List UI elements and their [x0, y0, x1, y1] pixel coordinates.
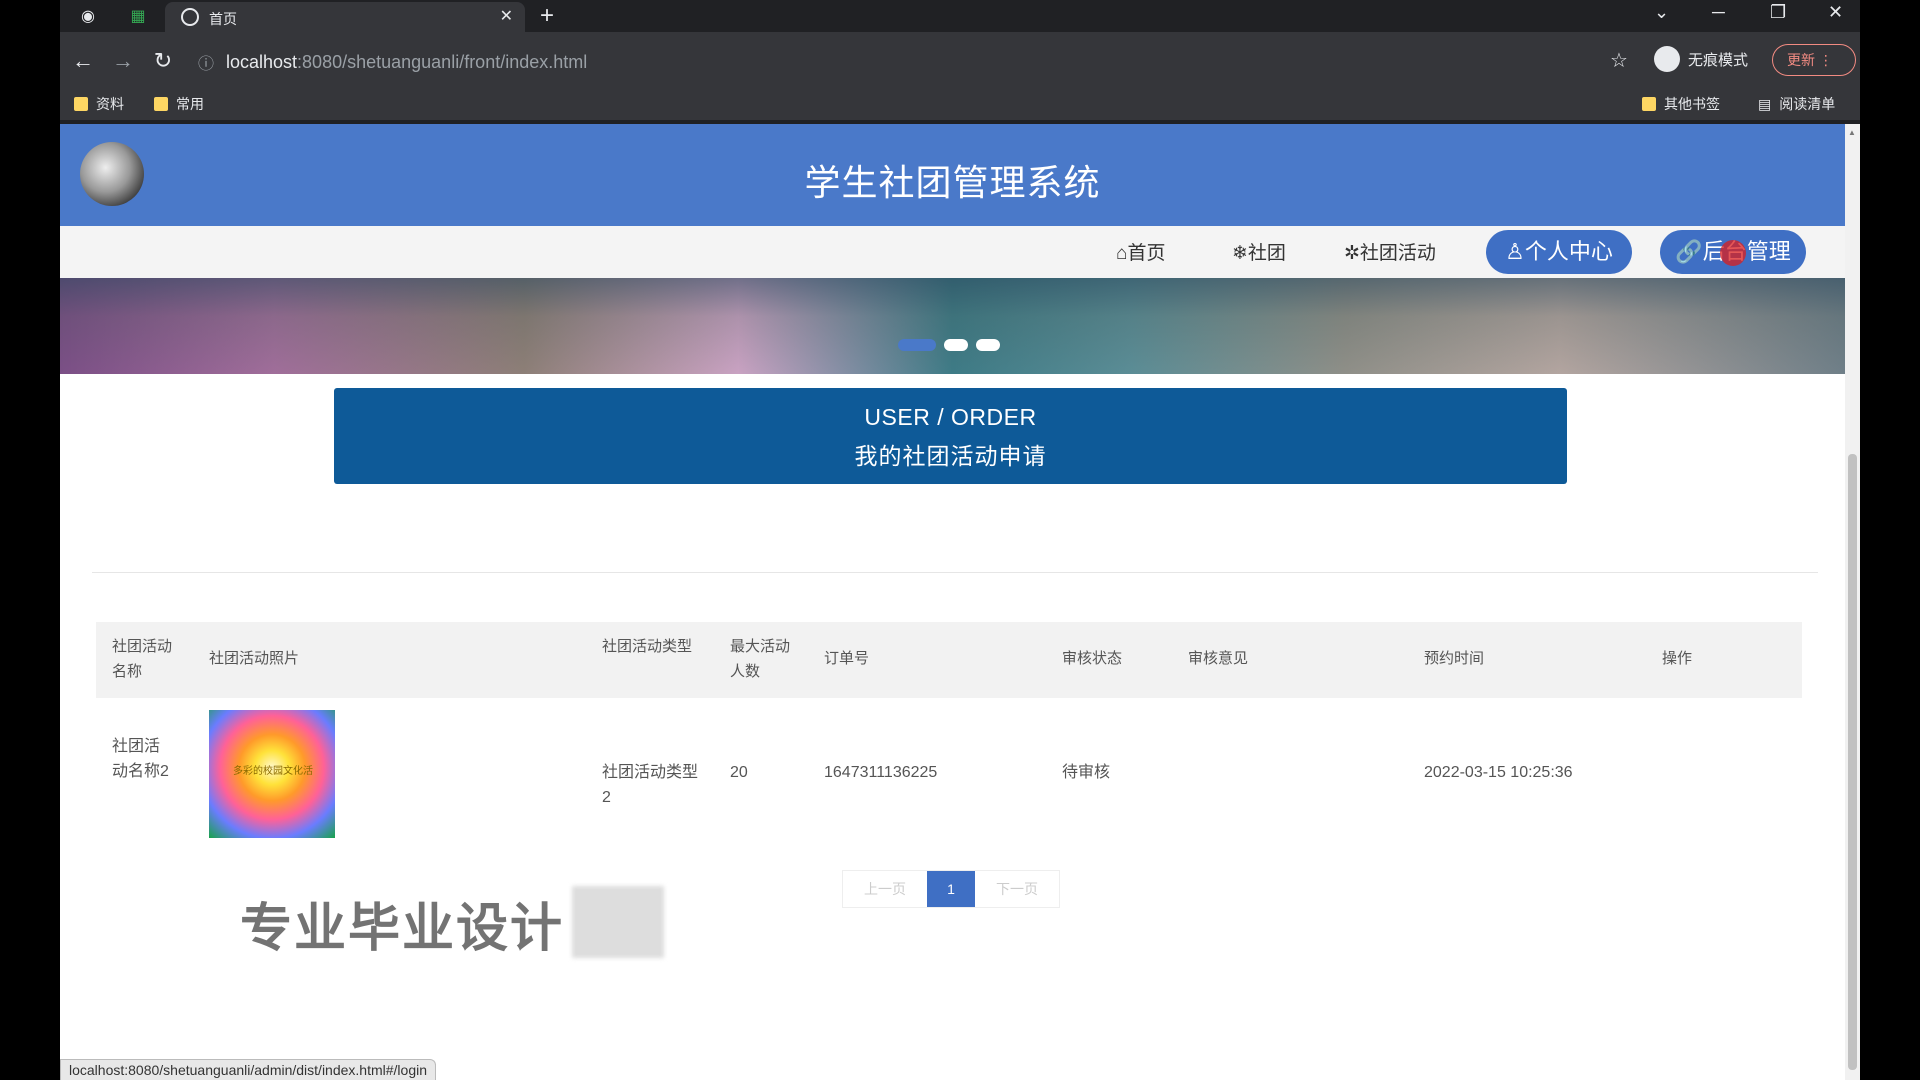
cell-time: 2022-03-15 10:25:36	[1424, 764, 1573, 781]
tab-home[interactable]: 首页 ✕	[165, 2, 525, 32]
banner-carousel[interactable]	[60, 278, 1845, 374]
col-action: 操作	[1662, 650, 1693, 667]
other-bookmarks[interactable]: 其他书签	[1642, 94, 1720, 114]
carousel-dot[interactable]	[976, 339, 1000, 351]
click-indicator	[1720, 240, 1746, 266]
reload-icon[interactable]: ↻	[148, 46, 178, 76]
nav-activities[interactable]: ✲社团活动	[1344, 238, 1436, 265]
browser-window: ◉ ▦ 首页 ✕ + ⌄ ─ ❐ ✕ ← → ↻ ⓘ localhost:808…	[60, 0, 1860, 1080]
link-icon: 🔗	[1675, 239, 1703, 264]
folder-icon	[154, 97, 168, 111]
site-header: 学生社团管理系统	[60, 124, 1845, 226]
cell-name: 社团活动名称2	[112, 738, 169, 780]
photo-caption: 多彩的校园文化活	[233, 766, 313, 777]
section-title: USER / ORDER 我的社团活动申请	[334, 388, 1567, 484]
tab-strip: ◉ ▦ 首页 ✕ + ⌄ ─ ❐ ✕	[60, 0, 1860, 32]
prev-page-button[interactable]: 上一页	[843, 871, 927, 907]
carousel-dot-active[interactable]	[898, 339, 936, 351]
address-text: localhost:8080/shetuanguanli/front/index…	[226, 52, 588, 72]
close-icon[interactable]: ✕	[500, 6, 513, 26]
nav-home[interactable]: ⌂首页	[1116, 238, 1166, 265]
close-window-icon[interactable]: ✕	[1828, 2, 1843, 23]
page-scrollbar[interactable]: ▲	[1845, 124, 1860, 1080]
site-title: 学生社团管理系统	[804, 162, 1101, 203]
restore-icon[interactable]: ❐	[1770, 2, 1786, 23]
folder-icon	[74, 97, 88, 111]
cell-order-no: 1647311136225	[824, 764, 938, 781]
page-viewport: 学生社团管理系统 ⌂首页 ❄社团 ✲社团活动 ♙个人中心 🔗后台管理 USER …	[60, 124, 1845, 1080]
info-icon[interactable]: ⓘ	[198, 50, 214, 74]
minimize-icon[interactable]: ─	[1712, 2, 1725, 23]
profile-center-button[interactable]: ♙个人中心	[1486, 230, 1632, 274]
sparkle-icon: ✲	[1344, 243, 1360, 264]
address-bar[interactable]: ⓘ localhost:8080/shetuanguanli/front/ind…	[194, 45, 1804, 81]
bookmarks-bar: 资料 常用 其他书签 ▤ 阅读清单	[60, 88, 1860, 120]
home-icon: ⌂	[1116, 243, 1128, 264]
col-opinion: 审核意见	[1188, 650, 1249, 667]
col-name: 社团活动名称	[112, 638, 173, 680]
scroll-thumb[interactable]	[1848, 454, 1857, 1070]
sheet-icon[interactable]: ▦	[126, 4, 150, 28]
table-header: 社团活动名称 社团活动照片 社团活动类型 最大活动人数 订单号 审核状态 审核意…	[96, 622, 1802, 698]
reading-list[interactable]: ▤ 阅读清单	[1758, 94, 1835, 114]
col-max: 最大活动人数	[730, 638, 791, 680]
folder-icon	[1642, 97, 1656, 111]
col-time: 预约时间	[1424, 650, 1485, 667]
watermark-text: 专业毕业设计	[240, 900, 565, 958]
forward-icon[interactable]: →	[108, 46, 138, 76]
reading-list-icon: ▤	[1758, 95, 1772, 112]
col-photo: 社团活动照片	[209, 650, 300, 667]
carousel-dot[interactable]	[944, 339, 968, 351]
page-1-button[interactable]: 1	[927, 871, 975, 907]
section-title-cn: 我的社团活动申请	[854, 443, 1047, 469]
nav-clubs[interactable]: ❄社团	[1232, 238, 1286, 265]
status-bar-url: localhost:8080/shetuanguanli/admin/dist/…	[60, 1059, 437, 1080]
orders-table: 社团活动名称 社团活动照片 社团活动类型 最大活动人数 订单号 审核状态 审核意…	[96, 622, 1802, 846]
divider	[92, 572, 1818, 573]
update-button[interactable]: 更新 ⋮	[1772, 44, 1856, 76]
site-nav: ⌂首页 ❄社团 ✲社团活动 ♙个人中心 🔗后台管理	[60, 226, 1845, 278]
browser-toolbar: ← → ↻ ⓘ localhost:8080/shetuanguanli/fro…	[60, 32, 1860, 120]
bookmark-folder[interactable]: 资料	[74, 94, 124, 114]
blurred-region	[572, 886, 664, 958]
back-icon[interactable]: ←	[68, 46, 98, 76]
next-page-button[interactable]: 下一页	[975, 871, 1059, 907]
tab-search-icon[interactable]: ⌄	[1654, 2, 1669, 23]
tab-title: 首页	[209, 11, 237, 27]
col-type: 社团活动类型	[602, 638, 693, 655]
col-order-no: 订单号	[824, 650, 870, 667]
incognito-profile[interactable]: 无痕模式	[1654, 46, 1748, 72]
snowflake-icon: ❄	[1232, 243, 1248, 264]
bookmark-folder[interactable]: 常用	[154, 94, 204, 114]
cell-type: 社团活动类型2	[602, 764, 699, 806]
cell-status: 待审核	[1062, 764, 1111, 781]
cell-max: 20	[730, 764, 748, 781]
new-tab-button[interactable]: +	[540, 2, 554, 30]
incognito-icon	[1654, 46, 1680, 72]
bookmark-star-icon[interactable]: ☆	[1610, 48, 1628, 73]
col-status: 审核状态	[1062, 650, 1123, 667]
activity-photo[interactable]: 多彩的校园文化活	[209, 710, 335, 838]
user-icon: ♙	[1505, 239, 1525, 264]
globe-icon	[181, 8, 199, 26]
table-row: 社团活动名称2 多彩的校园文化活 社团活动类型2 20 164731113622…	[96, 698, 1802, 846]
scroll-up-icon[interactable]: ▲	[1848, 128, 1856, 137]
section-title-en: USER / ORDER	[864, 404, 1037, 430]
pagination: 上一页 1 下一页	[842, 870, 1060, 908]
globe-icon[interactable]: ◉	[76, 4, 100, 28]
